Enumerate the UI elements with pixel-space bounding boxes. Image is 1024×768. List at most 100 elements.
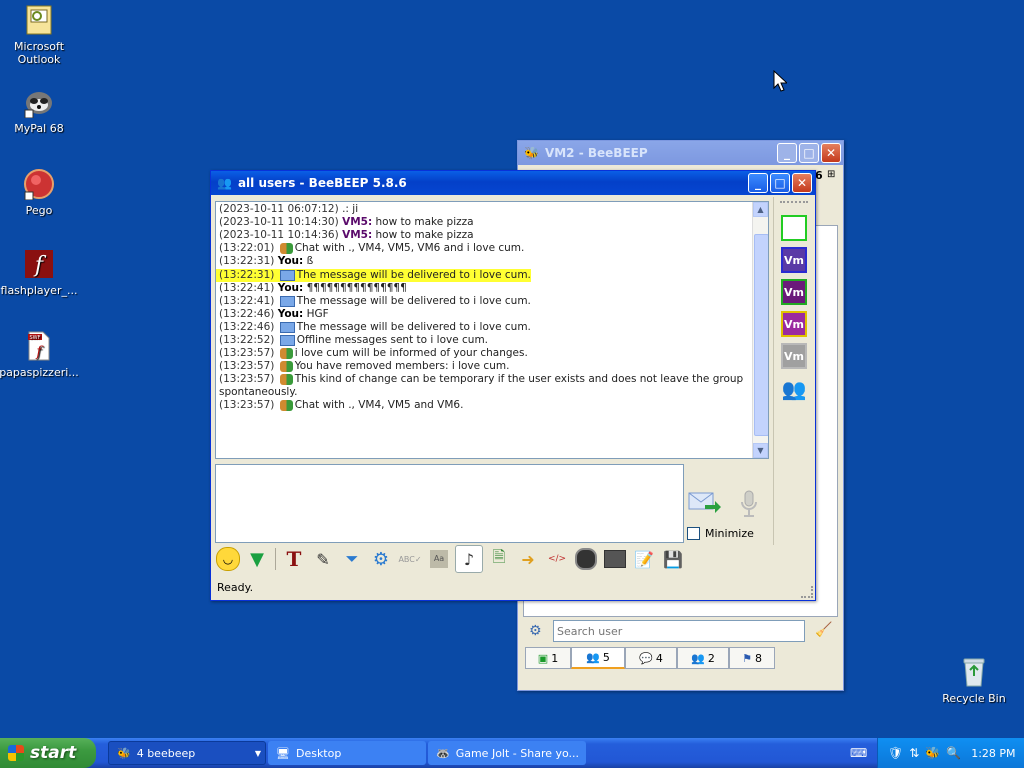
font-button[interactable]: T xyxy=(281,546,307,572)
windows-flag-icon: ⊞ xyxy=(827,169,836,180)
group-icon xyxy=(279,360,293,372)
file-button[interactable]: 🗎 xyxy=(486,546,512,572)
desktop-icon-papaspizzeria[interactable]: SWF f papaspizzeri... xyxy=(0,330,81,379)
tab-log[interactable]: ⚑ 8 xyxy=(729,647,775,669)
emoticon-icon: ◡ xyxy=(216,547,240,571)
chat-message: (2023-10-11 06:07:12) .: ji xyxy=(216,203,768,216)
dictionary-icon: Aa xyxy=(430,550,448,568)
taskbar-item-beebeep[interactable]: 🐝 4 beebeep ▼ xyxy=(108,741,266,765)
window-title: all users - BeeBEEP 5.8.6 xyxy=(237,176,407,190)
html-icon: </> xyxy=(547,554,567,564)
sound-button[interactable]: ♪ xyxy=(455,545,483,573)
font-icon: T xyxy=(286,547,302,571)
beebeep-tray-icon[interactable]: 🐝 xyxy=(925,746,940,760)
message-timestamp: (13:23:57) xyxy=(219,373,275,385)
maximize-button[interactable]: □ xyxy=(799,143,819,163)
group-icon xyxy=(279,242,293,254)
network-icon[interactable]: ⇅ xyxy=(909,746,919,760)
member-avatar[interactable]: Vm xyxy=(781,311,807,337)
close-button[interactable]: ✕ xyxy=(821,143,841,163)
message-sender: You: xyxy=(277,308,304,320)
dictionary-button[interactable]: Aa xyxy=(426,546,452,572)
message-timestamp: (13:22:46) xyxy=(219,321,275,333)
terminal-icon xyxy=(604,550,626,568)
close-button[interactable]: ✕ xyxy=(792,173,812,193)
taskbar-item-browser[interactable]: 🦝 Game Jolt - Share yo... xyxy=(428,741,586,765)
message-timestamp: (13:22:52) xyxy=(219,334,275,346)
scroll-down-button[interactable]: ▼ xyxy=(753,443,768,458)
message-text: spontaneously. xyxy=(219,386,298,398)
minimize-checkbox-row[interactable]: Minimize xyxy=(687,527,754,540)
desktop-icon-label: Recycle Bin xyxy=(942,692,1006,705)
scroll-up-button[interactable]: ▲ xyxy=(753,202,768,217)
tab-chats[interactable]: ▣ 1 xyxy=(525,647,571,669)
chat-history[interactable]: (2023-10-11 06:07:12) .: ji (2023-10-11 1… xyxy=(215,201,769,459)
spellcheck-button[interactable]: ABC✓ xyxy=(397,546,423,572)
tab-messages[interactable]: 💬 4 xyxy=(625,647,677,669)
search-user-input[interactable] xyxy=(553,620,805,642)
chat-titlebar[interactable]: 👥 all users - BeeBEEP 5.8.6 _ □ ✕ xyxy=(211,171,815,195)
message-timestamp: (2023-10-11 10:14:36) xyxy=(219,229,339,241)
desktop-icon-outlook[interactable]: Microsoft Outlook xyxy=(0,4,81,66)
toolbar-separator xyxy=(275,548,276,570)
message-text: Offline messages sent to i love cum. xyxy=(296,334,489,346)
member-avatar[interactable]: Vm xyxy=(781,343,807,369)
maximize-button[interactable]: □ xyxy=(770,173,790,193)
tab-groups[interactable]: 👥 2 xyxy=(677,647,729,669)
message-timestamp: (13:22:46) xyxy=(219,308,275,320)
terminal-button[interactable] xyxy=(602,546,628,572)
emoticon-button[interactable]: ◡ xyxy=(215,546,241,572)
users-icon: 👥 xyxy=(586,651,600,664)
desktop-icon-mypal[interactable]: MyPal 68 xyxy=(0,86,81,135)
chat-window[interactable]: 👥 all users - BeeBEEP 5.8.6 _ □ ✕ (2023-… xyxy=(210,170,816,601)
settings-button[interactable]: ⚙ xyxy=(368,546,394,572)
group-chat-icon: 👥 xyxy=(217,176,232,190)
start-button[interactable]: start xyxy=(0,738,96,768)
message-text: Chat with ., VM4, VM5 and VM6. xyxy=(294,399,464,411)
minimize-button[interactable]: _ xyxy=(777,143,797,163)
security-shield-icon[interactable]: 🛡 xyxy=(888,746,903,760)
message-input[interactable] xyxy=(215,464,684,543)
member-avatar[interactable] xyxy=(781,215,807,241)
gear-icon[interactable]: ⚙ xyxy=(529,623,542,639)
vm2-titlebar[interactable]: 🐝 VM2 - BeeBEEP _ □ ✕ xyxy=(518,141,843,165)
search-icon[interactable]: 🔍 xyxy=(946,746,961,760)
send-file-button[interactable]: ➜ xyxy=(515,546,541,572)
member-avatar[interactable]: Vm xyxy=(781,247,807,273)
desktop-icon-flashplayer[interactable]: f flashplayer_... xyxy=(0,248,81,297)
browser-icon: 🦝 xyxy=(436,746,450,760)
add-members-button[interactable]: 👥 xyxy=(779,377,809,407)
message-text: how to make pizza xyxy=(375,216,474,228)
broom-icon[interactable]: 🧹 xyxy=(815,622,832,638)
chat-scrollbar[interactable]: ▲ ▼ xyxy=(752,202,768,458)
edit-button[interactable]: 📝 xyxy=(631,546,657,572)
screenshot-button[interactable] xyxy=(573,546,599,572)
log-icon: ⚑ xyxy=(742,651,752,665)
minimize-checkbox[interactable] xyxy=(687,527,700,540)
download-button[interactable]: ▼ xyxy=(244,546,270,572)
message-timestamp: (13:22:41) xyxy=(219,282,275,294)
desktop-icon-pego[interactable]: Pego xyxy=(0,168,81,217)
resize-grip[interactable] xyxy=(801,586,813,598)
tab-bar: ▣ 1 👥 5 💬 4 👥 2 ⚑ 8 xyxy=(523,647,836,671)
desktop-icon-recycle-bin[interactable]: Recycle Bin xyxy=(932,656,1016,705)
message-timestamp: (13:23:57) xyxy=(219,360,275,372)
html-button[interactable]: </> xyxy=(544,546,570,572)
scroll-thumb[interactable] xyxy=(754,234,768,436)
message-text: i love cum will be informed of your chan… xyxy=(294,347,528,359)
filter-button[interactable]: ⏷ xyxy=(339,546,365,572)
taskbar-item-desktop[interactable]: 🖥 Desktop xyxy=(268,741,426,765)
save-button[interactable]: 💾 xyxy=(660,546,686,572)
status-bar-text: Ready. xyxy=(217,581,254,594)
chat-message: (13:22:31) You: ß xyxy=(216,255,768,268)
tab-users[interactable]: 👥 5 xyxy=(571,647,625,669)
minimize-button[interactable]: _ xyxy=(748,173,768,193)
member-avatar[interactable]: Vm xyxy=(781,279,807,305)
chat-message: (13:22:41) The message will be delivered… xyxy=(216,295,768,308)
outlook-icon xyxy=(23,4,55,36)
message-text: The message will be delivered to i love … xyxy=(296,295,531,307)
keyboard-layout-icon[interactable]: ⌨ xyxy=(850,746,867,760)
voice-message-button[interactable] xyxy=(737,489,761,519)
send-button[interactable] xyxy=(687,489,721,517)
color-button[interactable]: ✎ xyxy=(310,546,336,572)
